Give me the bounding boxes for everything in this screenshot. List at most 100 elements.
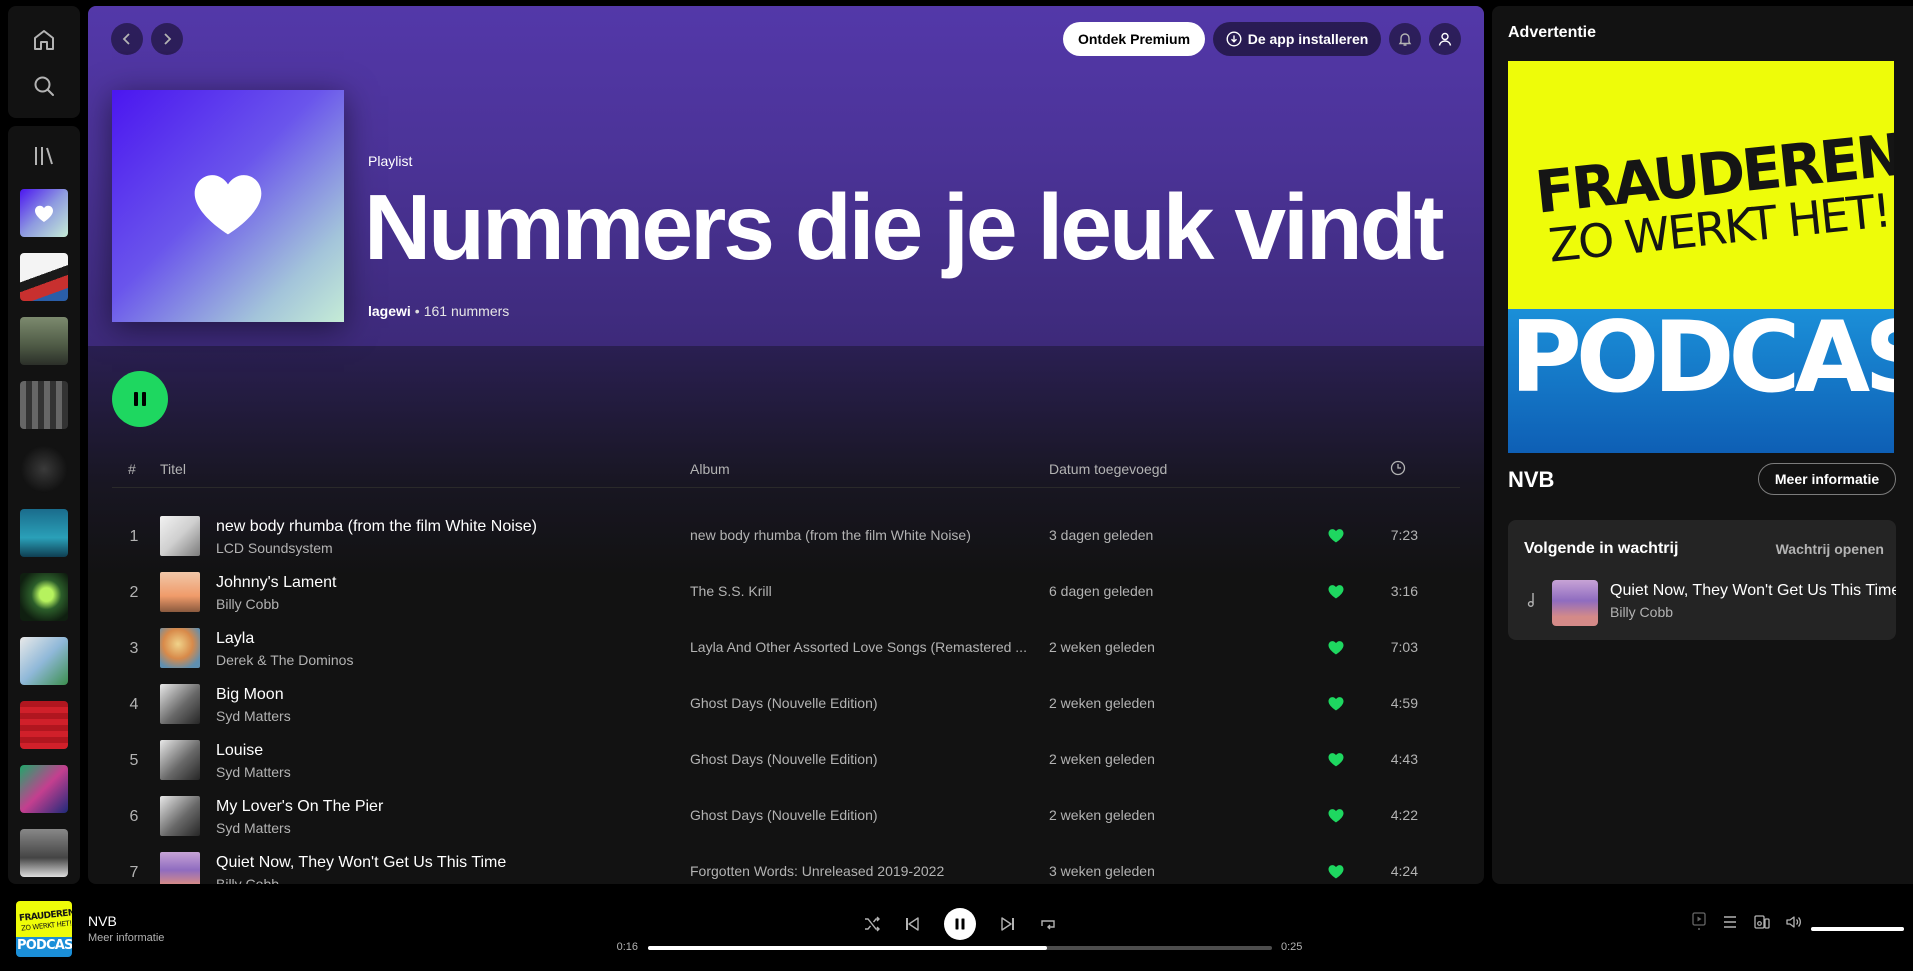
queue-item-artist[interactable]: Billy Cobb — [1610, 604, 1673, 620]
track-artist[interactable]: Syd Matters — [216, 764, 291, 780]
table-row[interactable]: 5 Louise Syd Matters Ghost Days (Nouvell… — [112, 732, 1460, 788]
profile-button[interactable] — [1429, 23, 1461, 55]
liked-heart-icon[interactable] — [1327, 527, 1345, 545]
open-queue-link[interactable]: Wachtrij openen — [1776, 541, 1884, 557]
ad-image[interactable]: PODCAST FRAUDEREN ZO WERKT HET! — [1508, 61, 1894, 453]
track-artist[interactable]: Derek & The Dominos — [216, 652, 353, 668]
progress-fill — [648, 946, 1048, 950]
liked-heart-icon[interactable] — [1327, 807, 1345, 825]
liked-heart-icon[interactable] — [1327, 583, 1345, 601]
col-number: # — [128, 461, 136, 477]
search-button[interactable] — [8, 64, 80, 108]
main-view: Ontdek Premium De app installeren Playli… — [88, 6, 1484, 884]
library-item[interactable] — [20, 253, 68, 301]
library-item[interactable] — [20, 829, 68, 877]
liked-heart-icon[interactable] — [1327, 751, 1345, 769]
track-artist[interactable]: Syd Matters — [216, 820, 291, 836]
library-item[interactable] — [20, 509, 68, 557]
queue-button[interactable] — [1720, 912, 1740, 932]
queue-item[interactable]: Quiet Now, They Won't Get Us This Time B… — [1508, 576, 1896, 628]
now-playing-title[interactable]: NVB — [88, 913, 117, 929]
pause-icon — [134, 392, 146, 406]
track-album[interactable]: new body rhumba (from the film White Noi… — [690, 527, 971, 543]
col-album[interactable]: Album — [690, 461, 730, 477]
liked-heart-icon[interactable] — [1327, 863, 1345, 881]
library-item[interactable] — [20, 637, 68, 685]
play-pause-button[interactable] — [944, 908, 976, 940]
track-number: 7 — [129, 864, 139, 881]
home-button[interactable] — [8, 18, 80, 62]
forward-button[interactable] — [151, 23, 183, 55]
repeat-button[interactable] — [1032, 908, 1064, 940]
track-number: 3 — [129, 640, 139, 657]
track-title[interactable]: Louise — [216, 742, 263, 760]
track-duration: 4:43 — [1390, 751, 1418, 767]
track-album[interactable]: Ghost Days (Nouvelle Edition) — [690, 695, 878, 711]
now-playing-subtitle[interactable]: Meer informatie — [88, 932, 164, 944]
track-artist[interactable]: LCD Soundsystem — [216, 540, 333, 556]
track-title[interactable]: Quiet Now, They Won't Get Us This Time — [216, 854, 506, 872]
bell-icon — [1398, 33, 1412, 46]
table-row[interactable]: 6 My Lover's On The Pier Syd Matters Gho… — [112, 788, 1460, 844]
playlist-owner[interactable]: lagewi — [368, 303, 411, 319]
track-artist[interactable]: Syd Matters — [216, 708, 291, 724]
track-title[interactable]: My Lover's On The Pier — [216, 798, 383, 816]
playlist-cover — [112, 90, 344, 322]
shuffle-button[interactable] — [856, 908, 888, 940]
more-info-button[interactable]: Meer informatie — [1758, 463, 1896, 495]
track-title[interactable]: Big Moon — [216, 686, 284, 704]
track-title[interactable]: Johnny's Lament — [216, 574, 336, 592]
track-album[interactable]: Ghost Days (Nouvelle Edition) — [690, 751, 878, 767]
track-album[interactable]: The S.S. Krill — [690, 583, 772, 599]
col-title[interactable]: Titel — [160, 461, 186, 477]
table-row[interactable]: 1 new body rhumba (from the film White N… — [112, 508, 1460, 564]
library-item[interactable] — [20, 765, 68, 813]
track-artist[interactable]: Billy Cobb — [216, 596, 279, 612]
track-date-added: 2 weken geleden — [1049, 751, 1155, 767]
mute-button[interactable] — [1784, 912, 1804, 932]
table-row[interactable]: 4 Big Moon Syd Matters Ghost Days (Nouve… — [112, 676, 1460, 732]
track-duration: 4:24 — [1390, 863, 1418, 879]
cover-text-podcast: PODCAST — [17, 938, 72, 953]
now-playing-view-button[interactable] — [1689, 911, 1709, 931]
track-duration: 4:22 — [1390, 807, 1418, 823]
chevron-right-icon — [164, 33, 172, 45]
track-album[interactable]: Ghost Days (Nouvelle Edition) — [690, 807, 878, 823]
col-date-added[interactable]: Datum toegevoegd — [1049, 461, 1167, 477]
previous-button[interactable] — [896, 908, 928, 940]
track-title[interactable]: Layla — [216, 630, 254, 648]
next-button[interactable] — [992, 908, 1024, 940]
notifications-button[interactable] — [1389, 23, 1421, 55]
table-row[interactable]: 7 Quiet Now, They Won't Get Us This Time… — [112, 844, 1460, 884]
queue-card: Volgende in wachtrij Wachtrij openen Qui… — [1508, 520, 1896, 640]
library-item[interactable] — [20, 381, 68, 429]
elapsed-time: 0:16 — [616, 941, 638, 953]
library-item[interactable] — [20, 701, 68, 749]
liked-heart-icon[interactable] — [1327, 695, 1345, 713]
track-title[interactable]: new body rhumba (from the film White Noi… — [216, 518, 537, 536]
track-artist[interactable]: Billy Cobb — [216, 876, 279, 884]
track-cover — [160, 572, 200, 612]
liked-heart-icon[interactable] — [1327, 639, 1345, 657]
progress-bar[interactable] — [648, 946, 1272, 950]
pause-button[interactable] — [112, 371, 168, 427]
connect-device-button[interactable] — [1752, 912, 1772, 932]
track-album[interactable]: Forgotten Words: Unreleased 2019-2022 — [690, 863, 944, 879]
premium-button[interactable]: Ontdek Premium — [1063, 22, 1205, 56]
col-duration[interactable] — [1390, 460, 1406, 479]
track-date-added: 2 weken geleden — [1049, 695, 1155, 711]
track-cover — [160, 684, 200, 724]
chevron-left-icon — [122, 33, 130, 45]
library-button[interactable] — [8, 134, 80, 178]
install-app-button[interactable]: De app installeren — [1213, 22, 1381, 56]
library-item[interactable] — [20, 317, 68, 365]
back-button[interactable] — [111, 23, 143, 55]
volume-slider[interactable] — [1811, 927, 1904, 931]
now-playing-cover[interactable]: FRAUDEREN ZO WERKT HET! PODCAST — [16, 901, 72, 957]
library-item[interactable] — [20, 445, 68, 493]
table-row[interactable]: 2 Johnny's Lament Billy Cobb The S.S. Kr… — [112, 564, 1460, 620]
track-album[interactable]: Layla And Other Assorted Love Songs (Rem… — [690, 639, 1027, 655]
library-item-liked-songs[interactable] — [20, 189, 68, 237]
table-row[interactable]: 3 Layla Derek & The Dominos Layla And Ot… — [112, 620, 1460, 676]
library-item[interactable] — [20, 573, 68, 621]
